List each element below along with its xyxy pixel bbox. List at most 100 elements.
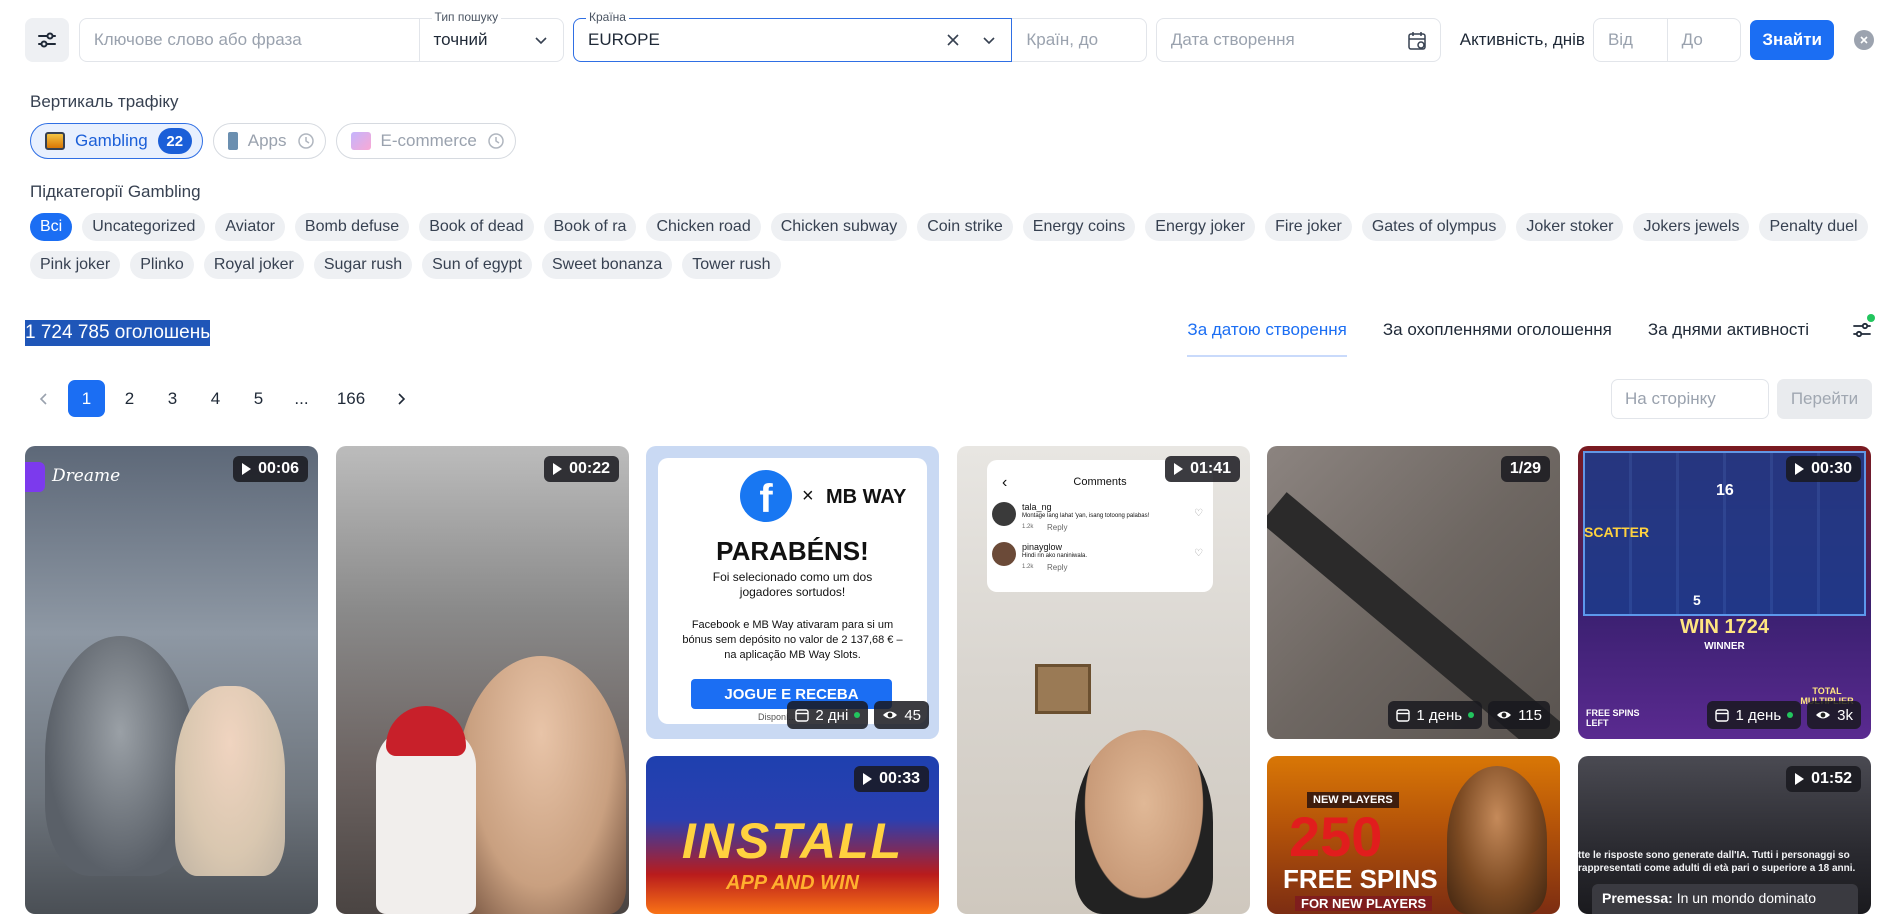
page-button[interactable]: 4: [197, 380, 234, 417]
page-button[interactable]: 5: [240, 380, 277, 417]
views-badge: 3k: [1807, 701, 1861, 729]
subcategory-chip[interactable]: Penalty duel: [1759, 213, 1868, 241]
chevron-down-icon[interactable]: [981, 32, 997, 48]
baby-image: [175, 686, 285, 876]
play-icon: [863, 773, 873, 785]
subcategory-chip[interactable]: Book of dead: [419, 213, 534, 241]
chevron-right-icon: [397, 392, 405, 405]
ad-card[interactable]: ‹ Comments tala_ng Montage lang lahat 'y…: [957, 446, 1250, 914]
play-icon: [553, 463, 563, 475]
goto-page-button[interactable]: Перейти: [1777, 379, 1872, 419]
headline: PARABÉNS!: [716, 536, 869, 566]
calendar-icon[interactable]: [1406, 30, 1428, 52]
results-total: 1 724 785 оголошень: [25, 320, 211, 346]
page-button[interactable]: 1: [68, 380, 105, 417]
comment-user: pinayglow: [1022, 542, 1063, 552]
video-duration-badge: 01:41: [1165, 456, 1240, 482]
prev-page-button[interactable]: [25, 380, 62, 417]
days-active-text: 2 дні: [815, 706, 849, 724]
video-duration-badge: 00:33: [854, 766, 929, 792]
subcategory-chip[interactable]: Pink joker: [30, 251, 121, 279]
subcategory-chip[interactable]: Book of ra: [543, 213, 637, 241]
search-type-select[interactable]: Тип пошуку точний: [419, 10, 564, 62]
subcategory-chip[interactable]: Tower rush: [682, 251, 781, 279]
shopping-bag-icon: [350, 132, 371, 150]
filters-toggle-button[interactable]: [25, 18, 69, 62]
play-icon: [1795, 773, 1805, 785]
keyword-input[interactable]: Ключове слово або фраза: [78, 18, 420, 62]
ad-card[interactable]: 00:33 INSTALL APP AND WIN: [646, 756, 939, 914]
next-page-button[interactable]: [382, 380, 419, 417]
subcategory-chip[interactable]: Sugar rush: [313, 251, 413, 279]
video-duration-badge: 00:06: [233, 456, 308, 482]
subcategory-chip[interactable]: Chicken subway: [770, 213, 908, 241]
multiplier-16: 16: [1716, 482, 1734, 499]
goto-page-placeholder: На сторінку: [1625, 389, 1716, 408]
heart-icon: ♡: [1194, 548, 1203, 559]
free-spins-left: FREE SPINS LEFT: [1586, 708, 1640, 728]
country-select[interactable]: Країна EUROPE: [573, 10, 1013, 62]
sock-top: [386, 706, 466, 756]
vertical-ecommerce[interactable]: E-commerce: [335, 123, 516, 159]
vertical-apps[interactable]: Apps: [212, 123, 326, 159]
sort-tabs: За датою створення За охопленнями оголош…: [1187, 320, 1809, 357]
subcategory-chip[interactable]: Aviator: [215, 213, 285, 241]
image-counter-badge: 1/29: [1500, 456, 1550, 482]
avatar: [992, 542, 1016, 566]
find-button[interactable]: Знайти: [1750, 20, 1835, 60]
subcategory-chip[interactable]: Sun of egypt: [422, 251, 532, 279]
creation-date-input[interactable]: Дата створення: [1155, 18, 1441, 62]
search-type-label: Тип пошуку: [431, 10, 502, 24]
verticals-label: Вертикаль трафіку: [30, 92, 179, 111]
subcategory-chip[interactable]: Fire joker: [1265, 213, 1352, 241]
calendar-icon: [1715, 709, 1730, 722]
activity-from-input[interactable]: Від: [1592, 18, 1668, 62]
subcategory-chip[interactable]: Bomb defuse: [294, 213, 410, 241]
countries-to-input[interactable]: Країн, до: [1012, 18, 1147, 62]
ad-card[interactable]: Dreame 00:06: [25, 446, 318, 914]
page-button[interactable]: 166: [326, 380, 376, 417]
subcategory-chip[interactable]: Jokers jewels: [1633, 213, 1750, 241]
sort-by-date-tab[interactable]: За датою створення: [1187, 320, 1348, 357]
subcategory-chip[interactable]: Gates of olympus: [1361, 213, 1507, 241]
brand-logo: [25, 462, 45, 492]
view-settings-button[interactable]: [1852, 314, 1875, 340]
sort-by-activity-tab[interactable]: За днями активності: [1648, 320, 1809, 340]
subcategory-chip[interactable]: Energy coins: [1022, 213, 1136, 241]
subcategory-chip[interactable]: Energy joker: [1145, 213, 1256, 241]
ad-card[interactable]: SCATTER 16 5 WIN 1724 WINNER FREE SPINS …: [1578, 446, 1871, 739]
ad-card[interactable]: 01:52 tte le risposte sono generate dall…: [1578, 756, 1871, 914]
brand-name: Dreame: [52, 466, 121, 486]
subcategory-chip[interactable]: Sweet bonanza: [541, 251, 673, 279]
sliders-icon: [37, 32, 56, 48]
subcategory-chip[interactable]: Joker stoker: [1516, 213, 1624, 241]
duration-text: 01:52: [1811, 770, 1852, 787]
comment-text: Hindi rin ako naniniwala.: [1022, 553, 1088, 559]
subcategory-chip[interactable]: Всі: [30, 213, 73, 241]
views-text: 45: [904, 706, 921, 724]
ad-card[interactable]: f × MB WAY PARABÉNS! Foi selecionado com…: [646, 446, 939, 739]
goto-page-input[interactable]: На сторінку: [1611, 379, 1769, 419]
views-badge: 45: [874, 701, 929, 729]
clear-filters-button[interactable]: [1854, 30, 1874, 50]
active-dot: [854, 712, 861, 718]
page-button[interactable]: 2: [111, 380, 148, 417]
subcategory-chip[interactable]: Uncategorized: [82, 213, 206, 241]
for-new-players-text: FOR NEW PLAYERS: [1295, 896, 1433, 911]
subcategory-chips: Всі Uncategorized Aviator Bomb defuse Bo…: [30, 213, 1870, 279]
subcategory-chip[interactable]: Royal joker: [203, 251, 304, 279]
activity-to-input[interactable]: До: [1667, 18, 1742, 62]
ad-card[interactable]: NEW PLAYERS 250 FREE SPINS FOR NEW PLAYE…: [1267, 756, 1560, 914]
ad-card[interactable]: 1/29 1 день 115: [1267, 446, 1560, 739]
premise-label: Premessa:: [1602, 890, 1673, 906]
subcategory-chip[interactable]: Chicken road: [646, 213, 761, 241]
video-duration-badge: 00:30: [1786, 456, 1861, 482]
ad-card[interactable]: 00:22: [336, 446, 629, 914]
page-button[interactable]: 3: [154, 380, 191, 417]
vertical-gambling[interactable]: Gambling 22: [30, 123, 203, 159]
subcategory-chip[interactable]: Coin strike: [917, 213, 1013, 241]
close-icon[interactable]: [945, 32, 961, 48]
sort-by-reach-tab[interactable]: За охопленнями оголошення: [1383, 320, 1612, 340]
subcategory-chip[interactable]: Plinko: [130, 251, 194, 279]
eye-icon: [883, 711, 898, 719]
